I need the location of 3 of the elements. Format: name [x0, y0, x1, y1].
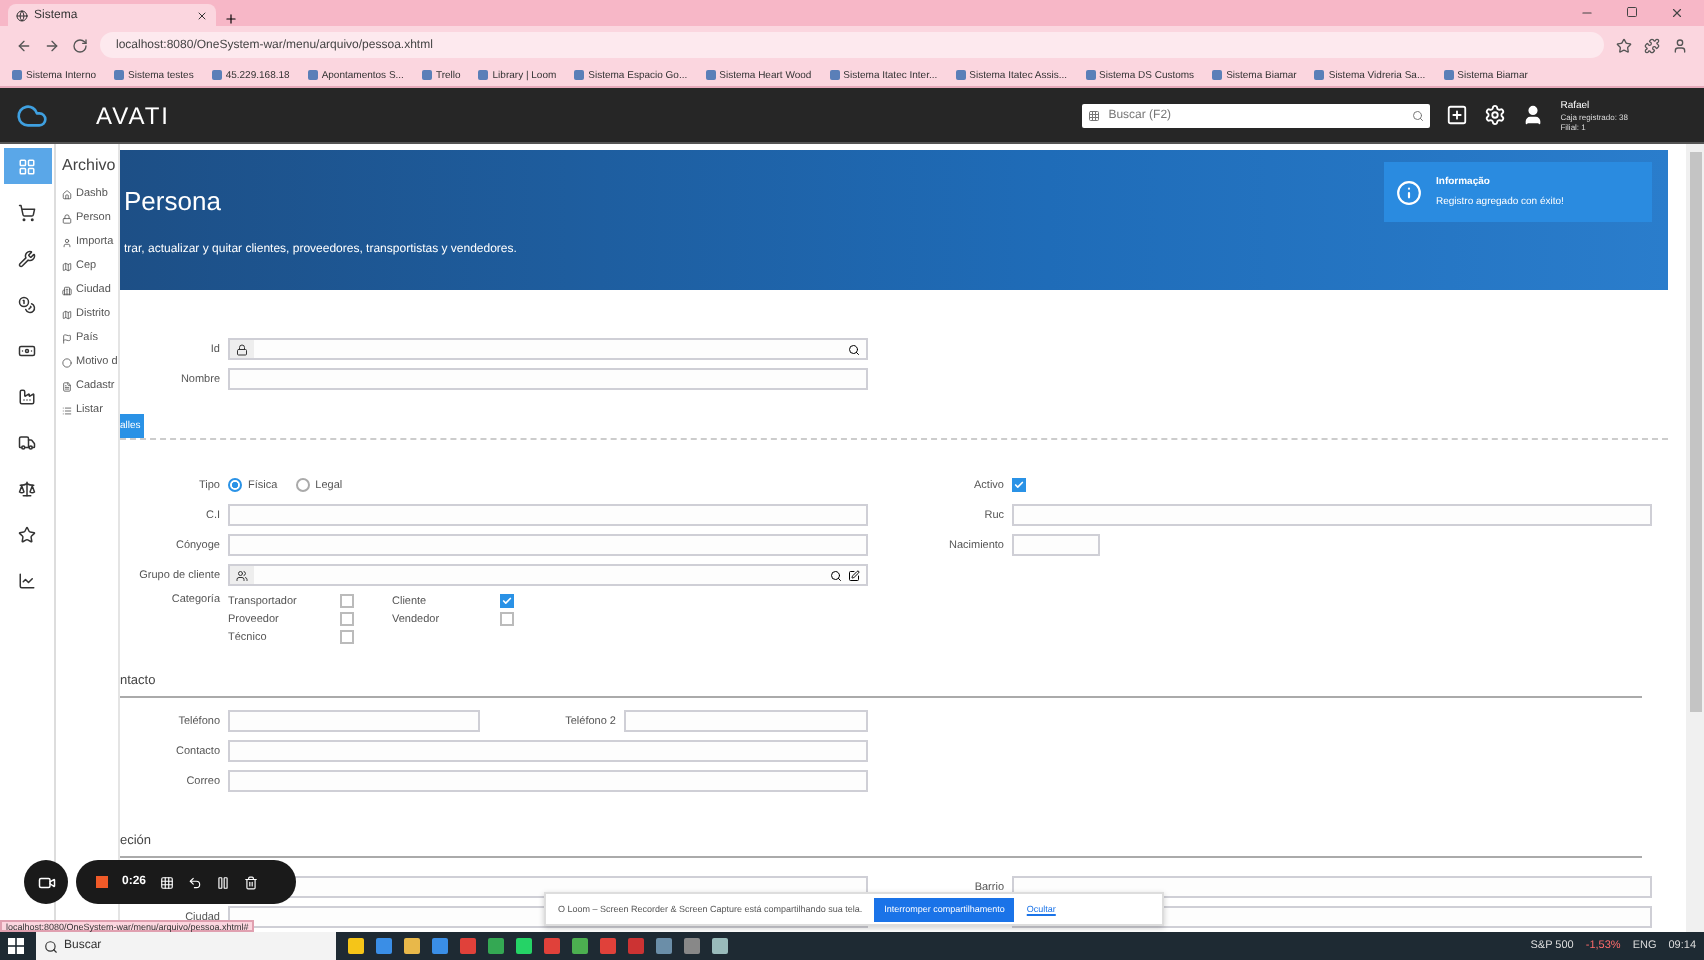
page-title: Persona	[124, 185, 221, 215]
menu-title: Archivo	[60, 154, 118, 178]
logo-text: AVATI	[96, 101, 171, 129]
